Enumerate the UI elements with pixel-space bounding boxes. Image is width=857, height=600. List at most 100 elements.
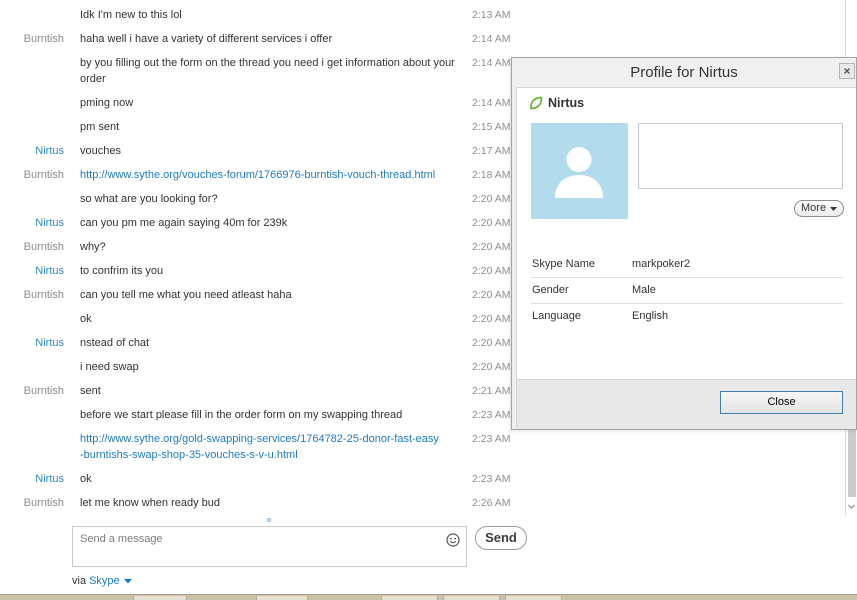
- message-sender: Nirtus: [35, 473, 64, 485]
- message-text: nstead of chat: [80, 337, 150, 349]
- message-timestamp: 2:14 AM: [472, 97, 511, 109]
- message-timestamp: 2:18 AM: [472, 169, 511, 181]
- message-row: pm sent 2:15 AM: [0, 115, 520, 139]
- message-row: Nirtus vouches 2:17 AM: [0, 139, 520, 163]
- message-timestamp: 2:20 AM: [472, 193, 511, 205]
- field-value: markpoker2: [632, 258, 691, 270]
- message-list: Idk I'm new to this lol 2:13 AM Burntish ha…: [0, 3, 520, 515]
- message-row: Nirtus can you pm me again saying 40m for…: [0, 211, 520, 235]
- message-sender: Nirtus: [35, 217, 64, 229]
- message-timestamp: 2:15 AM: [472, 121, 511, 133]
- profile-fields: Skype Name markpoker2 Gender Male Langua…: [531, 252, 843, 329]
- message-sender: Nirtus: [35, 265, 64, 277]
- message-timestamp: 2:14 AM: [472, 33, 511, 45]
- message-row: Idk I'm new to this lol 2:13 AM: [0, 3, 520, 27]
- contact-leaf-icon: [530, 96, 543, 110]
- message-text: let me know when ready bud: [80, 497, 221, 509]
- message-row: i need swap 2:20 AM: [0, 355, 520, 379]
- scroll-position-dot: [267, 518, 271, 522]
- default-avatar-icon: [555, 147, 603, 198]
- message-sender: Burntish: [23, 169, 64, 181]
- caret-down-icon[interactable]: [123, 578, 132, 584]
- message-row: so what are you looking for? 2:20 AM: [0, 187, 520, 211]
- close-icon: [844, 68, 850, 74]
- message-body: http://www.sythe.org/gold-swapping-servi…: [80, 431, 465, 463]
- message-sender: Burntish: [23, 385, 64, 397]
- field-value: Male: [632, 284, 656, 296]
- message-sender: Burntish: [23, 497, 64, 509]
- message-row: Burntish http://www.sythe.org/vouches-for…: [0, 163, 520, 187]
- close-button[interactable]: Close: [720, 391, 843, 414]
- field-label: Language: [532, 310, 581, 322]
- message-link[interactable]: -burntishs-swap-shop-35-vouches-s-v-u.ht…: [80, 447, 465, 463]
- message-sender: Burntish: [23, 241, 64, 253]
- message-body: http://www.sythe.org/vouches-forum/17669…: [80, 167, 465, 183]
- field-value: English: [632, 310, 669, 322]
- message-row: pming now 2:14 AM: [0, 91, 520, 115]
- message-timestamp: 2:17 AM: [472, 145, 511, 157]
- avatar: [531, 123, 628, 219]
- profile-field-skype-name: Skype Name markpoker2: [531, 252, 843, 278]
- message-text: Idk I'm new to this lol: [80, 9, 182, 21]
- more-button-label: More: [801, 202, 827, 214]
- dialog-title: Profile for Nirtus: [630, 64, 738, 81]
- message-timestamp: 2:13 AM: [472, 9, 511, 21]
- dialog-footer: Close: [516, 379, 856, 429]
- message-row: Burntish why? 2:20 AM: [0, 235, 520, 259]
- message-text: can you tell me what you need atleast ha…: [80, 289, 292, 301]
- message-sender: Nirtus: [35, 145, 64, 157]
- message-timestamp: 2:23 AM: [472, 433, 511, 445]
- via-service-selector: via Skype: [72, 573, 132, 589]
- message-text: ok: [80, 473, 92, 485]
- message-text: by you filling out the form on the threa…: [80, 57, 455, 85]
- message-timestamp: 2:20 AM: [472, 265, 511, 277]
- taskbar-edge: [0, 594, 857, 600]
- send-button[interactable]: Send: [475, 526, 527, 550]
- smiley-icon[interactable]: [446, 533, 460, 547]
- message-text: can you pm me again saying 40m for 239k: [80, 217, 288, 229]
- message-sender: Burntish: [23, 33, 64, 45]
- message-row: by you filling out the form on the threa…: [0, 51, 520, 91]
- caret-down-icon: [830, 206, 838, 211]
- taskbar-segment: [133, 596, 187, 600]
- message-text: pm sent: [80, 121, 120, 133]
- message-timestamp: 2:23 AM: [472, 409, 511, 421]
- message-composer: [72, 526, 467, 567]
- taskbar-segment: [256, 596, 308, 600]
- mood-message-box: [638, 123, 843, 189]
- message-row: Nirtus nstead of chat 2:20 AM: [0, 331, 520, 355]
- message-row: before we start please fill in the order…: [0, 403, 520, 427]
- profile-field-gender: Gender Male: [531, 278, 843, 304]
- field-label: Gender: [532, 284, 569, 296]
- message-sender: Burntish: [23, 289, 64, 301]
- message-text: vouches: [80, 145, 121, 157]
- profile-dialog: Profile for Nirtus Nirtus More Skype Nam…: [511, 57, 857, 430]
- message-timestamp: 2:20 AM: [472, 241, 511, 253]
- message-timestamp: 2:20 AM: [472, 337, 511, 349]
- message-text: why?: [80, 241, 106, 253]
- message-row: Nirtus ok 2:23 AM: [0, 467, 520, 491]
- message-input[interactable]: [73, 527, 435, 566]
- message-link[interactable]: http://www.sythe.org/vouches-forum/17669…: [80, 167, 465, 183]
- taskbar-segment: [381, 596, 438, 600]
- taskbar-segment: [443, 596, 500, 600]
- message-row: Burntish let me know when ready bud 2:26 A…: [0, 491, 520, 515]
- message-sender: Nirtus: [35, 337, 64, 349]
- message-text: i need swap: [80, 361, 139, 373]
- scroll-down-arrow-icon[interactable]: [847, 502, 856, 511]
- message-timestamp: 2:26 AM: [472, 497, 511, 509]
- message-timestamp: 2:20 AM: [472, 217, 511, 229]
- message-row: Nirtus to confrim its you 2:20 AM: [0, 259, 520, 283]
- message-row: Burntish sent 2:21 AM: [0, 379, 520, 403]
- message-timestamp: 2:20 AM: [472, 361, 511, 373]
- more-button[interactable]: More: [794, 200, 844, 217]
- message-timestamp: 2:21 AM: [472, 385, 511, 397]
- via-service-link[interactable]: Skype: [89, 573, 120, 589]
- message-row: Burntish haha well i have a variety of di…: [0, 27, 520, 51]
- profile-display-name: Nirtus: [548, 96, 585, 110]
- message-text: to confrim its you: [80, 265, 164, 277]
- message-link[interactable]: http://www.sythe.org/gold-swapping-servi…: [80, 431, 465, 447]
- message-text: pming now: [80, 97, 134, 109]
- dialog-close-x-button[interactable]: [839, 63, 855, 79]
- message-timestamp: 2:20 AM: [472, 313, 511, 325]
